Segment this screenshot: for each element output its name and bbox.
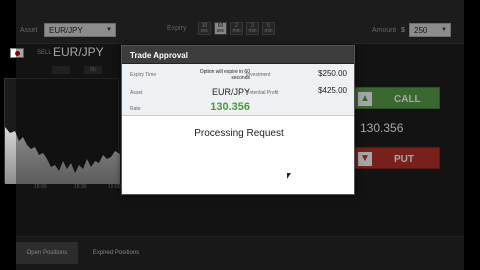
potential-profit-value: $425.00 (318, 86, 347, 95)
rate-value: 130.356 (210, 101, 250, 113)
processing-status: Processing Request (194, 128, 284, 139)
investment-label: Investment (246, 72, 271, 78)
potential-profit-label: Potential Profit (246, 90, 279, 96)
mouse-cursor-icon (287, 173, 291, 179)
rate-label: Rate (130, 106, 141, 112)
expiry-time-value: Option will expire in 60 seconds (199, 69, 250, 81)
expiry-time-label: Expiry Time (130, 72, 157, 78)
trade-details: Expiry Time Option will expire in 60 sec… (122, 64, 354, 116)
trade-approval-dialog: Trade Approval Expiry Time Option will e… (121, 45, 355, 195)
asset-label: Asset (130, 90, 143, 96)
dialog-title: Trade Approval (130, 51, 188, 60)
dialog-header: Trade Approval (122, 46, 354, 64)
investment-value: $250.00 (318, 69, 347, 78)
asset-value: EUR/JPY (211, 87, 250, 97)
